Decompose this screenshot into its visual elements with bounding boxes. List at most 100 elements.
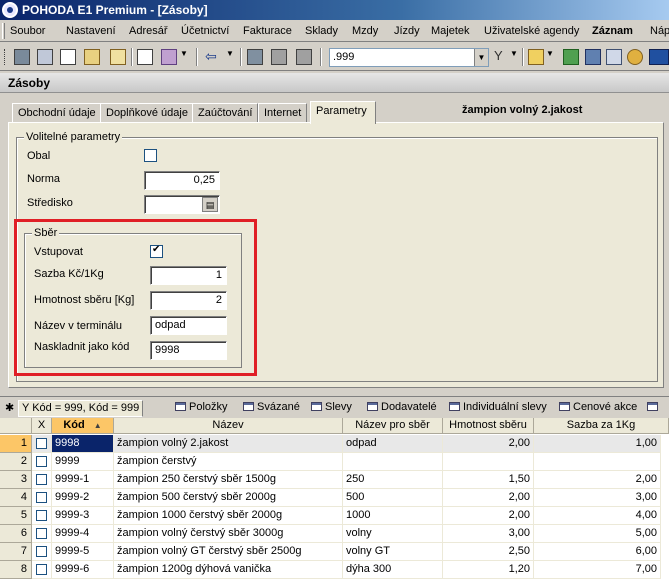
menu-soubor[interactable]: Soubor <box>10 25 45 37</box>
tabs-scroll-icon[interactable]: ✱ <box>2 400 17 417</box>
row-checkbox[interactable] <box>36 492 47 503</box>
nazev-cell: žampion volný GT čerstvý sběr 2500g <box>114 543 343 561</box>
edit-icon[interactable] <box>110 49 126 65</box>
table-icon[interactable] <box>606 49 622 65</box>
export-icon[interactable] <box>84 49 100 65</box>
tab-slevy[interactable]: Slevy <box>308 400 355 417</box>
tab-more[interactable] <box>644 400 664 417</box>
table-row[interactable]: 5 9999-3 žampion 1000 čerstvý sběr 2000g 10… <box>0 507 669 525</box>
bank-icon[interactable] <box>649 49 669 65</box>
nazev-column-header[interactable]: Název <box>114 418 343 434</box>
x-column-header[interactable]: X <box>32 418 52 434</box>
kod-cell: 9999-5 <box>52 543 114 561</box>
obal-checkbox[interactable] <box>144 149 157 162</box>
quick-search-dropdown-icon[interactable]: ▼ <box>474 49 488 66</box>
nazev-sber-column-header[interactable]: Název pro sběr <box>343 418 443 434</box>
menu-napoveda[interactable]: Náp <box>650 25 669 37</box>
table-row[interactable]: 4 9999-2 žampion 500 čerstvý sběr 2000g 500… <box>0 489 669 507</box>
new-record-icon[interactable] <box>137 49 153 65</box>
module-title: Zásoby <box>0 73 669 93</box>
folder-icon[interactable] <box>528 49 544 65</box>
row-number: 3 <box>0 471 32 489</box>
tab-dodavatele[interactable]: Dodavatelé <box>364 400 440 417</box>
tab-cenove-akce[interactable]: Cenové akce <box>556 400 640 417</box>
tab-filter[interactable]: Y Kód = 999, Kód = 999 <box>18 400 144 417</box>
table-row[interactable]: 7 9999-5 žampion volný GT čerstvý sběr 250… <box>0 543 669 561</box>
report-icon[interactable] <box>60 49 76 65</box>
row-checkbox[interactable] <box>36 474 47 485</box>
table-row[interactable]: 2 9999 žampion čerstvý <box>0 453 669 471</box>
tab-obchodni-udaje[interactable]: Obchodní údaje <box>12 103 102 123</box>
nazev-sber-cell: 500 <box>343 489 443 507</box>
row-number: 4 <box>0 489 32 507</box>
menu-adresar[interactable]: Adresář <box>129 25 168 37</box>
sazba-cell: 4,00 <box>534 507 661 525</box>
sazba-column-header[interactable]: Sazba za 1Kg <box>534 418 669 434</box>
filter-dropdown-icon[interactable]: ▼ <box>510 49 518 65</box>
tab-polozky[interactable]: Položky <box>172 400 231 417</box>
kod-column-header[interactable]: Kód ▲ <box>52 418 114 434</box>
coins-icon[interactable] <box>627 49 643 65</box>
back-dropdown-icon[interactable]: ▼ <box>226 49 234 65</box>
save-icon[interactable] <box>247 49 263 65</box>
menu-grip-icon <box>2 23 5 39</box>
row-checkbox[interactable] <box>36 546 47 557</box>
dropdown-arrow-icon[interactable]: ▼ <box>180 49 188 65</box>
optional-params-title: Volitelné parametry <box>24 131 123 143</box>
money-icon[interactable] <box>563 49 579 65</box>
table-row[interactable]: 3 9999-1 žampion 250 čerstvý sběr 1500g 250… <box>0 471 669 489</box>
row-checkbox[interactable] <box>36 564 47 575</box>
row-checkbox[interactable] <box>36 456 47 467</box>
toolbar-separator <box>522 48 524 66</box>
row-checkbox[interactable] <box>36 510 47 521</box>
tab-svazane[interactable]: Svázané <box>240 400 303 417</box>
row-checkbox[interactable] <box>36 438 47 449</box>
hmotnost-column-header[interactable]: Hmotnost sběru <box>443 418 534 434</box>
menu-ucetnictvi[interactable]: Účetnictví <box>181 25 229 37</box>
calculator-icon[interactable] <box>585 49 601 65</box>
menu-mzdy[interactable]: Mzdy <box>352 25 378 37</box>
toolbar-separator <box>320 48 322 66</box>
sazba-cell: 2,00 <box>534 471 661 489</box>
menu-zaznam[interactable]: Záznam <box>592 25 633 37</box>
stredisko-picker-icon[interactable]: ▤ <box>202 197 218 212</box>
menu-nastaveni[interactable]: Nastavení <box>66 25 116 37</box>
kod-cell: 9999 <box>52 453 114 471</box>
tab-individualni-slevy[interactable]: Individuální slevy <box>446 400 550 417</box>
table-tabs: ✱ Y Kód = 999, Kód = 999 Položky Svázané… <box>0 396 669 418</box>
delete-icon[interactable] <box>296 49 312 65</box>
row-number: 6 <box>0 525 32 543</box>
filter-tab-label: Kód = 999, Kód = 999 <box>32 402 140 414</box>
tab-internet[interactable]: Internet <box>258 103 308 123</box>
hmotnost-cell: 2,00 <box>443 507 534 525</box>
red-highlight-frame <box>14 219 257 376</box>
print-icon[interactable] <box>14 49 30 65</box>
tab-parametry[interactable]: Parametry <box>310 101 376 124</box>
norma-field[interactable]: 0,25 <box>144 171 220 190</box>
kod-cell: 9999-4 <box>52 525 114 543</box>
tools-icon[interactable] <box>161 49 177 65</box>
tab-zauctovani[interactable]: Zaúčtování <box>192 103 259 123</box>
filter-icon[interactable]: Y <box>494 49 510 65</box>
folder-dropdown-icon[interactable]: ▼ <box>546 49 554 65</box>
menu-majetek[interactable]: Majetek <box>431 25 470 37</box>
sazba-cell: 3,00 <box>534 489 661 507</box>
table-row[interactable]: 8 9999-6 žampion 1200g dýhová vanička dýha … <box>0 561 669 579</box>
nazev-sber-cell: dýha 300 <box>343 561 443 579</box>
print-preview-icon[interactable] <box>37 49 53 65</box>
menu-uzivatelske-agendy[interactable]: Uživatelské agendy <box>484 25 579 37</box>
sazba-cell: 1,00 <box>534 435 661 453</box>
table-row[interactable]: 6 9999-4 žampion volný čerstvý sběr 3000g v… <box>0 525 669 543</box>
tab-doplnkove-udaje[interactable]: Doplňkové údaje <box>100 103 194 123</box>
kod-cell: 9999-1 <box>52 471 114 489</box>
save-disabled-icon[interactable] <box>271 49 287 65</box>
stredisko-field[interactable]: ▤ <box>144 195 220 214</box>
menu-sklady[interactable]: Sklady <box>305 25 338 37</box>
menu-jizdy[interactable]: Jízdy <box>394 25 420 37</box>
back-arrow-icon[interactable]: ⇦ <box>205 49 221 65</box>
row-checkbox[interactable] <box>36 528 47 539</box>
row-number: 8 <box>0 561 32 579</box>
quick-search-input[interactable]: .999 ▼ <box>329 48 489 67</box>
table-row[interactable]: 1 9998 žampion volný 2.jakost odpad 2,00 1,00 <box>0 435 669 453</box>
menu-fakturace[interactable]: Fakturace <box>243 25 292 37</box>
